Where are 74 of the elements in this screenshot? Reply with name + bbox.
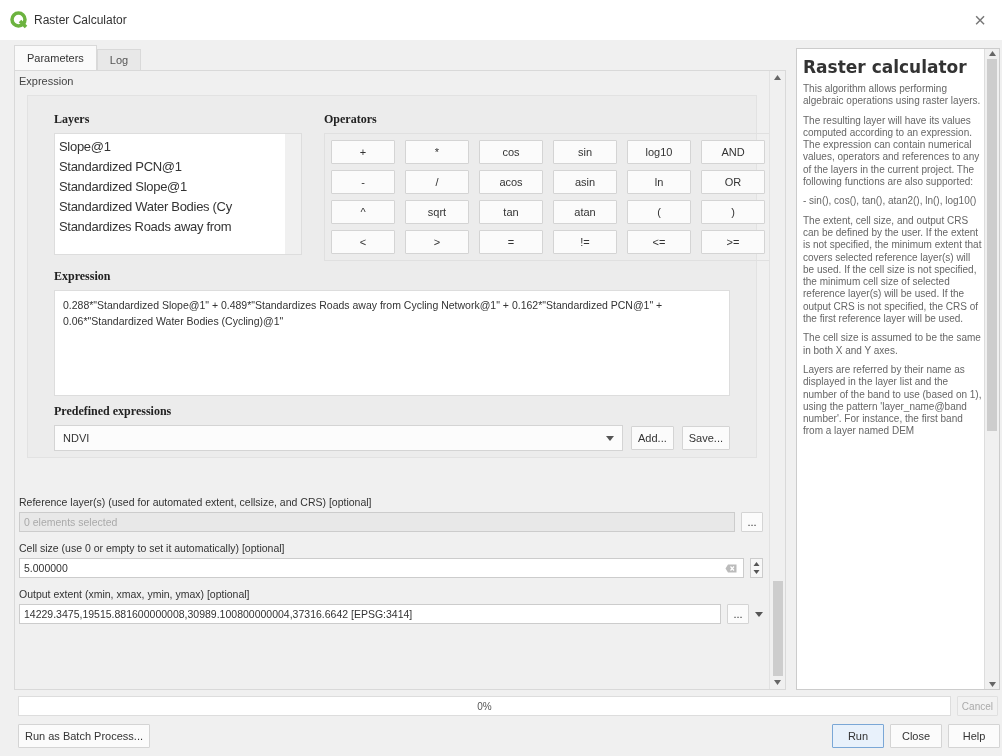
layer-item[interactable]: Standardized PCN@1 (59, 157, 281, 177)
section-label: Expression (54, 269, 112, 284)
operator-button[interactable]: / (405, 170, 469, 194)
input-field[interactable]: 14229.3475,19515.881600000008,30989.100800000004,37316.6642 [EPSG:3414] (19, 604, 721, 624)
operator-button[interactable]: = (479, 230, 543, 254)
close-button[interactable]: × (968, 8, 992, 32)
input-field[interactable]: 5.000000 (19, 558, 744, 578)
help-paragraph: This algorithm allows performing algebraic operations using raster layers. (803, 83, 982, 108)
window-title: Raster Calculator (34, 13, 128, 27)
tab[interactable]: Parameters (14, 45, 97, 70)
progress-reading: 0% (477, 700, 492, 712)
operator-button[interactable]: atan (553, 200, 617, 224)
operator-button[interactable]: ^ (331, 200, 395, 224)
layer-list[interactable]: Slope@1 Standardized PCN@1 Standardized Slope@1 Standardized Water Bodies (Cy Standardizes Roads away from (54, 133, 302, 255)
operator-button[interactable]: ) (701, 200, 765, 224)
field-label: Output extent (xmin, xmax, ymin, ymax) [optional] (19, 588, 251, 600)
scrollbar[interactable] (769, 71, 785, 689)
expression-dropdown[interactable]: NDVI (54, 425, 623, 451)
section-label: Layers (54, 112, 91, 127)
scroll-thumb[interactable] (987, 59, 997, 431)
operator-button[interactable]: sqrt (405, 200, 469, 224)
field-label: Cell size (use 0 or empty to set it automatically) [optional] (19, 542, 286, 554)
scrollbar[interactable] (285, 134, 301, 254)
help-paragraph: The extent, cell size, and output CRS can be defined by the user. If the extent is not specified, the minimum extent that covers selected reference layer(s) will be used. If the cell size is not specified, the minimum cell size of selected reference layer(s) will be used. If the output CRS is not specified, the CRS of the first reference layer will be used. (803, 214, 982, 326)
batch-button[interactable]: Run as Batch Process... (18, 724, 150, 748)
browse-button[interactable]: ... (727, 604, 749, 624)
operator-button[interactable]: >= (701, 230, 765, 254)
help-title: Raster calculator (803, 57, 968, 77)
layer-item[interactable]: Standardizes Roads away from (59, 217, 281, 237)
dialog-button[interactable]: Run (832, 724, 884, 748)
layer-item[interactable]: Standardized Slope@1 (59, 177, 281, 197)
scroll-down-icon[interactable] (988, 682, 996, 687)
operator-button[interactable]: tan (479, 200, 543, 224)
operator-button[interactable]: <= (627, 230, 691, 254)
group-title: Expression (19, 75, 75, 87)
operator-button[interactable]: * (405, 140, 469, 164)
dialog-button[interactable]: Close (890, 724, 942, 748)
scroll-up-icon[interactable] (988, 51, 996, 56)
operator-button[interactable]: OR (701, 170, 765, 194)
scroll-thumb[interactable] (772, 581, 783, 676)
help-paragraph: - sin(), cos(), tan(), atan2(), ln(), log10() (803, 195, 978, 208)
operator-button[interactable]: - (331, 170, 395, 194)
operator-button[interactable]: asin (553, 170, 617, 194)
operator-button[interactable]: != (553, 230, 617, 254)
operator-button[interactable]: + (331, 140, 395, 164)
operator-button[interactable]: AND (701, 140, 765, 164)
caret-icon (606, 435, 614, 441)
operator-button[interactable]: ( (627, 200, 691, 224)
operator-button[interactable]: log10 (627, 140, 691, 164)
tab[interactable]: Log (96, 49, 142, 70)
app-logo-icon (10, 11, 28, 29)
help-paragraph: Layers are referred by their name as displayed in the layer list and the number of the band to use (based on 1), using the pattern 'layer_name@band number'. For instance, the first band from a layer named DEM (803, 363, 982, 438)
scrollbar[interactable] (984, 49, 999, 689)
layer-item[interactable]: Standardized Water Bodies (Cy (59, 197, 281, 217)
help-paragraph: The cell size is assumed to be the same in both X and Y axes. (803, 332, 982, 357)
section-label: Predefined expressions (54, 404, 173, 419)
scroll-up-icon[interactable] (774, 75, 781, 80)
field-label: Reference layer(s) (used for automated extent, cellsize, and CRS) [optional] (19, 496, 373, 508)
scroll-down-icon[interactable] (774, 680, 781, 685)
dialog-button[interactable]: Help (948, 724, 1000, 748)
operator-button[interactable]: cos (479, 140, 543, 164)
section-label: Operators (324, 112, 378, 127)
spin-buttons[interactable] (750, 558, 763, 578)
help-paragraph: The resulting layer will have its values computed according to an expression. The expression can contain numerical values, operators and references to any of the layers in the current project. The following functions are also supported: (803, 114, 981, 189)
layer-item[interactable]: Slope@1 (59, 137, 281, 157)
operator-button[interactable]: sin (553, 140, 617, 164)
expression-field[interactable]: 0.288*"Standardized Slope@1" + 0.489*"Standardizes Roads away from Cycling Network@1" + 0.162*"Standardized PCN@1" + 0.06*"Standardized Water Bodies (Cycling)@1" (54, 290, 730, 396)
dropdown-arrow-icon[interactable] (755, 611, 763, 617)
operator-button[interactable]: < (331, 230, 395, 254)
dialog-button[interactable]: Add... (631, 426, 674, 450)
operator-button[interactable]: > (405, 230, 469, 254)
operator-button[interactable]: ln (627, 170, 691, 194)
operator-button[interactable]: acos (479, 170, 543, 194)
dialog-button[interactable]: Save... (681, 426, 730, 450)
